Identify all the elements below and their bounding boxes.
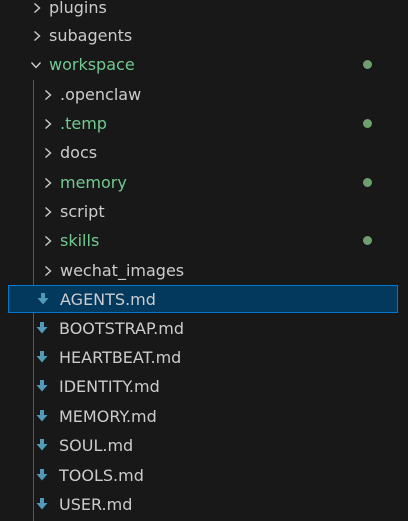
markdown-down-arrow-icon bbox=[35, 403, 49, 431]
modified-dot bbox=[363, 236, 372, 245]
folder-label: subagents bbox=[49, 26, 133, 45]
modified-dot bbox=[363, 178, 372, 187]
file-label: USER.md bbox=[59, 495, 133, 514]
folder-temp[interactable]: .temp bbox=[0, 110, 408, 138]
folder-workspace[interactable]: workspace bbox=[0, 51, 408, 79]
file-label: AGENTS.md bbox=[60, 290, 156, 309]
markdown-down-arrow-icon bbox=[36, 286, 50, 314]
chevron-right-icon bbox=[30, 22, 44, 50]
markdown-down-arrow-icon bbox=[35, 432, 49, 460]
folder-subagents[interactable]: subagents bbox=[0, 22, 408, 50]
markdown-down-arrow-icon bbox=[35, 373, 49, 401]
folder-plugins[interactable]: plugins bbox=[0, 0, 408, 22]
chevron-down-icon bbox=[29, 51, 43, 79]
folder-label: plugins bbox=[49, 0, 107, 17]
chevron-right-icon bbox=[41, 110, 55, 138]
folder-script[interactable]: script bbox=[0, 198, 408, 226]
file-label: TOOLS.md bbox=[59, 466, 144, 485]
folder-wechat-images[interactable]: wechat_images bbox=[0, 257, 408, 285]
folder-skills[interactable]: skills bbox=[0, 227, 408, 255]
explorer-tree: plugins subagents workspace .openclaw .t… bbox=[0, 0, 408, 521]
chevron-right-icon bbox=[41, 198, 55, 226]
file-label: MEMORY.md bbox=[59, 407, 157, 426]
file-label: HEARTBEAT.md bbox=[59, 348, 182, 367]
folder-label: workspace bbox=[49, 55, 135, 74]
markdown-down-arrow-icon bbox=[35, 344, 49, 372]
file-soul-md[interactable]: SOUL.md bbox=[0, 432, 408, 460]
chevron-right-icon bbox=[30, 0, 44, 22]
file-heartbeat-md[interactable]: HEARTBEAT.md bbox=[0, 344, 408, 372]
folder-label: wechat_images bbox=[60, 261, 185, 280]
markdown-down-arrow-icon bbox=[35, 462, 49, 490]
chevron-right-icon bbox=[41, 169, 55, 197]
folder-label: .openclaw bbox=[60, 85, 142, 104]
folder-openclaw[interactable]: .openclaw bbox=[0, 81, 408, 109]
file-memory-md[interactable]: MEMORY.md bbox=[0, 403, 408, 431]
file-identity-md[interactable]: IDENTITY.md bbox=[0, 373, 408, 401]
chevron-right-icon bbox=[41, 81, 55, 109]
chevron-right-icon bbox=[41, 139, 55, 167]
folder-label: memory bbox=[60, 173, 127, 192]
chevron-right-icon bbox=[41, 227, 55, 255]
folder-label: docs bbox=[60, 143, 98, 162]
markdown-down-arrow-icon bbox=[35, 491, 49, 519]
markdown-down-arrow-icon bbox=[35, 315, 49, 343]
modified-dot bbox=[363, 119, 372, 128]
file-label: IDENTITY.md bbox=[59, 377, 160, 396]
file-bootstrap-md[interactable]: BOOTSTRAP.md bbox=[0, 315, 408, 343]
file-label: SOUL.md bbox=[59, 436, 134, 455]
folder-label: script bbox=[60, 202, 105, 221]
folder-label: skills bbox=[60, 231, 100, 250]
file-agents-md[interactable]: AGENTS.md bbox=[8, 285, 398, 313]
file-tools-md[interactable]: TOOLS.md bbox=[0, 462, 408, 490]
file-label: BOOTSTRAP.md bbox=[59, 319, 184, 338]
folder-label: .temp bbox=[60, 114, 107, 133]
file-user-md[interactable]: USER.md bbox=[0, 491, 408, 519]
folder-docs[interactable]: docs bbox=[0, 139, 408, 167]
folder-memory[interactable]: memory bbox=[0, 169, 408, 197]
modified-dot bbox=[363, 60, 372, 69]
chevron-right-icon bbox=[41, 257, 55, 285]
